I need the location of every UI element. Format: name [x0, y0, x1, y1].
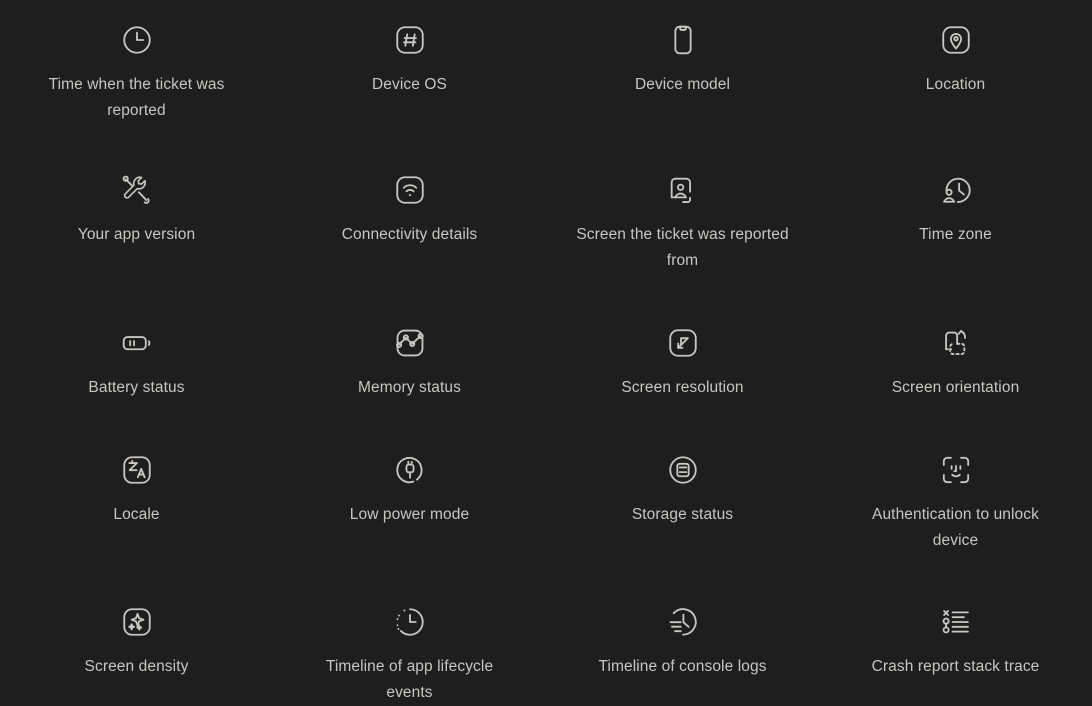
feature-label: Authentication to unlock device [872, 506, 1039, 549]
expand-square-icon [659, 319, 707, 367]
feature-item-crash-stack-trace[interactable]: Crash report stack trace [819, 576, 1092, 700]
feature-label: Location [925, 76, 986, 93]
feature-label: Time when the ticket was reported [48, 76, 225, 119]
face-id-icon [932, 446, 980, 494]
feature-item-battery-status[interactable]: Battery status [0, 300, 273, 426]
feature-label: Memory status [358, 379, 461, 396]
feature-item-time-reported[interactable]: Time when the ticket was reported [0, 0, 273, 150]
feature-label: Time zone [919, 226, 992, 243]
feature-item-device-os[interactable]: Device OS [273, 0, 546, 150]
feature-item-low-power-mode[interactable]: Low power mode [273, 426, 546, 576]
feature-label: Low power mode [349, 506, 470, 523]
feature-item-time-zone[interactable]: Time zone [819, 150, 1092, 300]
feature-item-locale[interactable]: Locale [0, 426, 273, 576]
feature-grid: Time when the ticket was reported Device… [0, 0, 1092, 701]
feature-label: Screen orientation [891, 379, 1020, 396]
feature-label: Screen resolution [621, 379, 744, 396]
feature-label: Screen the ticket was reported from [576, 226, 789, 269]
translate-square-icon [113, 446, 161, 494]
feature-item-screen-resolution[interactable]: Screen resolution [546, 300, 819, 426]
feature-label: Battery status [88, 379, 185, 396]
feature-item-console-logs-timeline[interactable]: Timeline of console logs [546, 576, 819, 700]
user-screen-icon [659, 166, 707, 214]
feature-item-app-version[interactable]: Your app version [0, 150, 273, 300]
clock-lines-icon [659, 598, 707, 646]
rotate-device-icon [932, 319, 980, 367]
feature-item-storage-status[interactable]: Storage status [546, 426, 819, 576]
chart-square-icon [386, 319, 434, 367]
stack-trace-icon [932, 598, 980, 646]
feature-label: Connectivity details [341, 226, 478, 243]
feature-label: Device model [634, 76, 731, 93]
wifi-square-icon [386, 166, 434, 214]
phone-icon [659, 16, 707, 64]
clock-dotted-icon [386, 598, 434, 646]
tools-icon [113, 166, 161, 214]
sparkle-square-icon [113, 598, 161, 646]
feature-item-screen-orientation[interactable]: Screen orientation [819, 300, 1092, 426]
feature-item-device-model[interactable]: Device model [546, 0, 819, 150]
feature-label: Your app version [77, 226, 196, 243]
feature-label: Screen density [84, 658, 189, 675]
feature-label: Device OS [372, 76, 447, 93]
feature-item-authentication[interactable]: Authentication to unlock device [819, 426, 1092, 576]
feature-item-location[interactable]: Location [819, 0, 1092, 150]
storage-circle-icon [659, 446, 707, 494]
location-pin-square-icon [932, 16, 980, 64]
feature-label: Timeline of app lifecycle events [325, 658, 494, 701]
feature-label: Storage status [631, 506, 734, 523]
low-power-plug-icon [386, 446, 434, 494]
feature-item-memory-status[interactable]: Memory status [273, 300, 546, 426]
battery-icon [113, 319, 161, 367]
feature-label: Crash report stack trace [871, 658, 1040, 675]
hash-square-icon [386, 16, 434, 64]
feature-label: Locale [113, 506, 160, 523]
feature-item-screen-reported-from[interactable]: Screen the ticket was reported from [546, 150, 819, 300]
feature-item-connectivity[interactable]: Connectivity details [273, 150, 546, 300]
clock-icon [113, 16, 161, 64]
user-clock-icon [932, 166, 980, 214]
feature-item-app-lifecycle-timeline[interactable]: Timeline of app lifecycle events [273, 576, 546, 701]
feature-label: Timeline of console logs [598, 658, 767, 675]
feature-item-screen-density[interactable]: Screen density [0, 576, 273, 700]
